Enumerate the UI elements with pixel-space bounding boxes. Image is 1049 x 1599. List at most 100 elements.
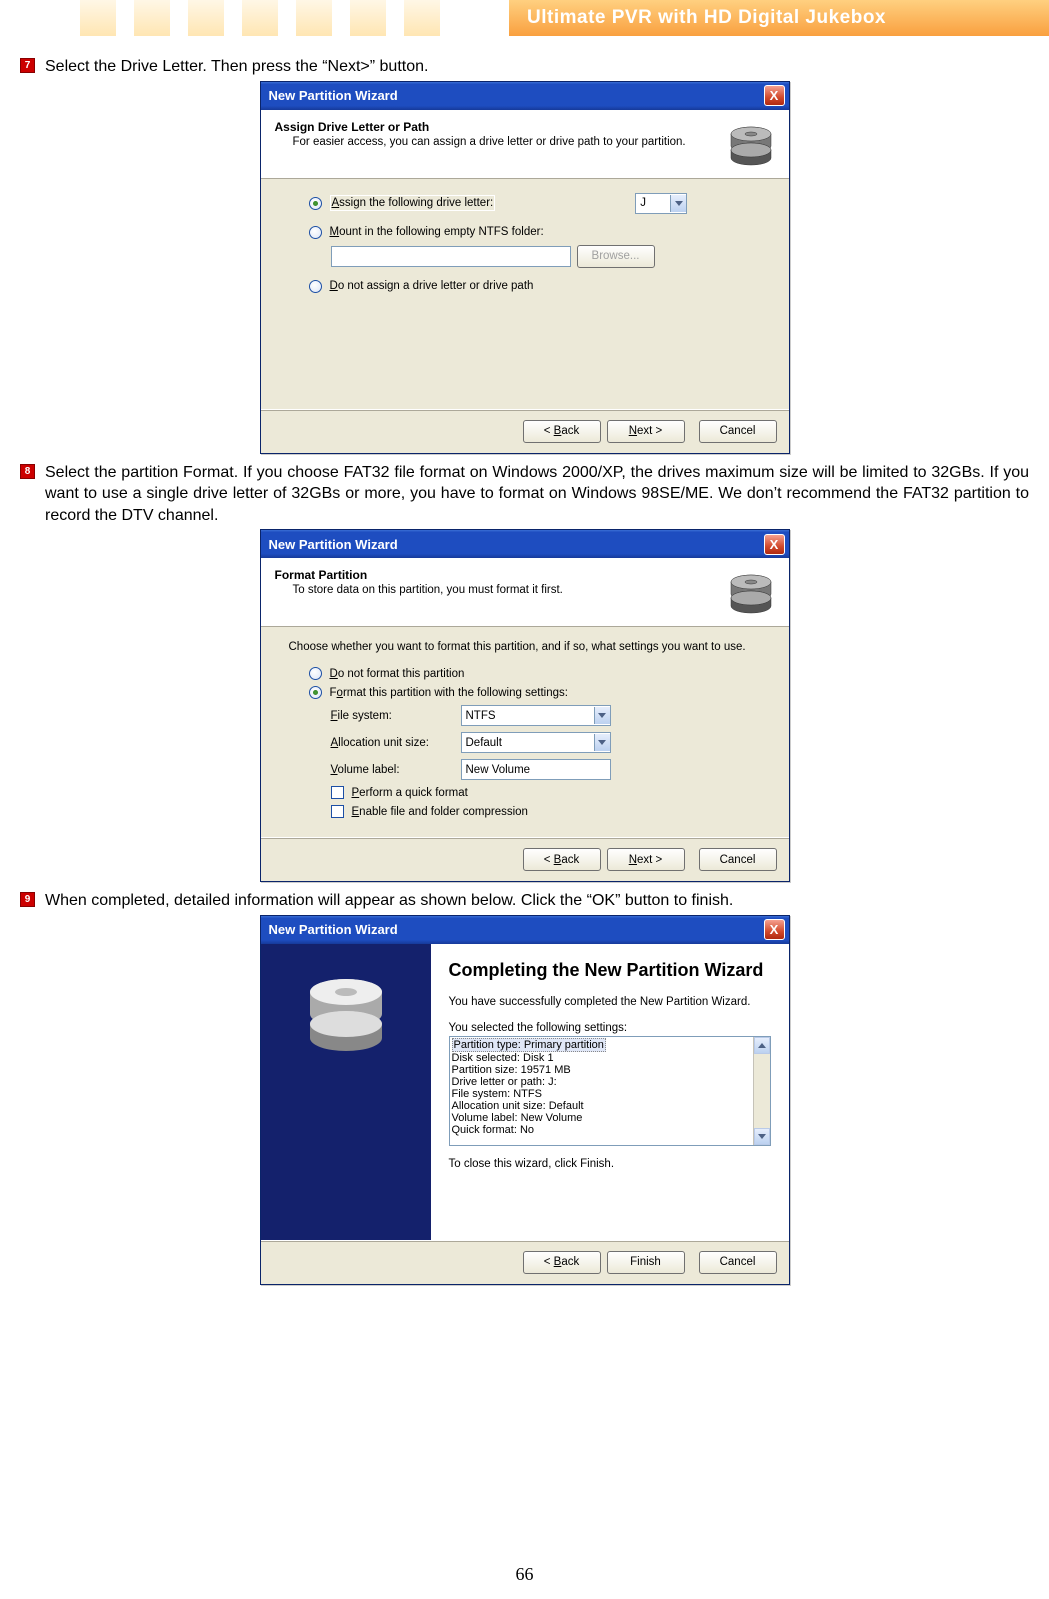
header-tab [296, 0, 332, 36]
radio-label: Assign the following drive letter: [330, 195, 496, 211]
checkbox-label: Perform a quick format [352, 787, 468, 799]
header-tabs [80, 0, 458, 36]
radio-icon [309, 280, 322, 293]
header-tab [404, 0, 440, 36]
step-7: 7 Select the Drive Letter. Then press th… [20, 56, 1029, 78]
wizard-subheading: For easier access, you can assign a driv… [293, 136, 717, 148]
chevron-down-icon [670, 195, 686, 212]
scrollbar[interactable] [753, 1037, 770, 1145]
close-icon: X [770, 537, 779, 552]
checkbox-quick-format[interactable]: Perform a quick format [331, 786, 761, 799]
checkbox-compression[interactable]: Enable file and folder compression [331, 805, 761, 818]
checkbox-label: Enable file and folder compression [352, 806, 528, 818]
radio-label: Mount in the following empty NTFS folder… [330, 226, 544, 238]
close-button[interactable]: X [764, 534, 785, 555]
wizard-dialog-format: New Partition Wizard X Format Partition … [260, 529, 790, 882]
radio-no-assign[interactable]: Do not assign a drive letter or drive pa… [309, 280, 761, 293]
select-value: J [640, 197, 646, 209]
next-button[interactable]: Next > [607, 848, 685, 871]
header-tab [188, 0, 224, 36]
wizard-body: Assign the following drive letter: J Mou… [261, 179, 789, 409]
setting-row: Partition size: 19571 MB [452, 1064, 751, 1076]
radio-label: Do not format this partition [330, 668, 465, 680]
radio-format[interactable]: Format this partition with the following… [309, 686, 761, 699]
step-9: 9 When completed, detailed information w… [20, 890, 1029, 912]
wizard-heading: Assign Drive Letter or Path [275, 120, 717, 134]
titlebar: New Partition Wizard X [261, 916, 789, 944]
radio-icon [309, 667, 322, 680]
intro-text: Choose whether you want to format this p… [289, 641, 761, 653]
settings-label: You selected the following settings: [449, 1022, 771, 1034]
allocation-size-select[interactable]: Default [461, 732, 611, 753]
radio-icon [309, 226, 322, 239]
header-tab [134, 0, 170, 36]
completion-heading: Completing the New Partition Wizard [449, 960, 771, 982]
finish-button[interactable]: Finish [607, 1251, 685, 1274]
window-title: New Partition Wizard [269, 922, 764, 937]
wizard-footer: < Back Finish Cancel [261, 1240, 789, 1284]
step-text: Select the partition Format. If you choo… [45, 462, 1029, 527]
page-title: Ultimate PVR with HD Digital Jukebox [509, 0, 1049, 36]
back-button[interactable]: < Back [523, 1251, 601, 1274]
wizard-footer: < Back Next > Cancel [261, 409, 789, 453]
close-button[interactable]: X [764, 919, 785, 940]
setting-row: Volume label: New Volume [452, 1112, 751, 1124]
setting-row: Drive letter or path: J: [452, 1076, 751, 1088]
close-hint: To close this wizard, click Finish. [449, 1158, 771, 1170]
setting-row: Partition type: Primary partition [452, 1038, 606, 1052]
titlebar: New Partition Wizard X [261, 530, 789, 558]
wizard-dialog-complete: New Partition Wizard X Completing the Ne… [260, 915, 790, 1285]
radio-assign-letter[interactable]: Assign the following drive letter: J [309, 193, 761, 214]
page-number: 66 [0, 1564, 1049, 1585]
cancel-button[interactable]: Cancel [699, 848, 777, 871]
disk-icon [727, 120, 775, 168]
step-text: When completed, detailed information wil… [45, 890, 733, 912]
wizard-header: Assign Drive Letter or Path For easier a… [261, 110, 789, 179]
step-text: Select the Drive Letter. Then press the … [45, 56, 428, 78]
wizard-footer: < Back Next > Cancel [261, 837, 789, 881]
disk-icon [727, 568, 775, 616]
wizard-side-graphic [261, 944, 431, 1240]
wizard-header: Format Partition To store data on this p… [261, 558, 789, 627]
window-title: New Partition Wizard [269, 537, 764, 552]
file-system-select[interactable]: NTFS [461, 705, 611, 726]
close-icon: X [770, 88, 779, 103]
close-button[interactable]: X [764, 85, 785, 106]
step-number-badge: 9 [20, 892, 35, 907]
cancel-button[interactable]: Cancel [699, 420, 777, 443]
browse-button[interactable]: Browse... [577, 245, 655, 268]
settings-listbox[interactable]: Partition type: Primary partition Disk s… [449, 1036, 771, 1146]
scroll-down-icon[interactable] [754, 1128, 770, 1145]
titlebar: New Partition Wizard X [261, 82, 789, 110]
radio-icon [309, 197, 322, 210]
chevron-down-icon [594, 707, 610, 724]
wizard-body: Choose whether you want to format this p… [261, 627, 789, 837]
wizard-main: Completing the New Partition Wizard You … [431, 944, 789, 1240]
close-icon: X [770, 922, 779, 937]
back-button[interactable]: < Back [523, 848, 601, 871]
scroll-up-icon[interactable] [754, 1037, 770, 1054]
mount-path-input[interactable] [331, 246, 571, 267]
volume-label-input[interactable] [461, 759, 611, 780]
radio-icon [309, 686, 322, 699]
allocation-size-label: Allocation unit size: [331, 737, 461, 749]
setting-row: Quick format: No [452, 1124, 751, 1136]
cancel-button[interactable]: Cancel [699, 1251, 777, 1274]
radio-mount-folder[interactable]: Mount in the following empty NTFS folder… [309, 226, 761, 239]
header-tab [242, 0, 278, 36]
file-system-label: File system: [331, 710, 461, 722]
select-value: NTFS [466, 710, 496, 722]
radio-no-format[interactable]: Do not format this partition [309, 667, 761, 680]
wizard-dialog-drive-letter: New Partition Wizard X Assign Drive Lett… [260, 81, 790, 454]
header-tab [80, 0, 116, 36]
wizard-heading: Format Partition [275, 568, 717, 582]
checkbox-icon [331, 805, 344, 818]
chevron-down-icon [594, 734, 610, 751]
next-button[interactable]: Next > [607, 420, 685, 443]
drive-letter-select[interactable]: J [635, 193, 687, 214]
setting-row: File system: NTFS [452, 1088, 751, 1100]
select-value: Default [466, 737, 502, 749]
wizard-subheading: To store data on this partition, you mus… [293, 584, 717, 596]
completion-text: You have successfully completed the New … [449, 996, 771, 1008]
back-button[interactable]: < Back [523, 420, 601, 443]
